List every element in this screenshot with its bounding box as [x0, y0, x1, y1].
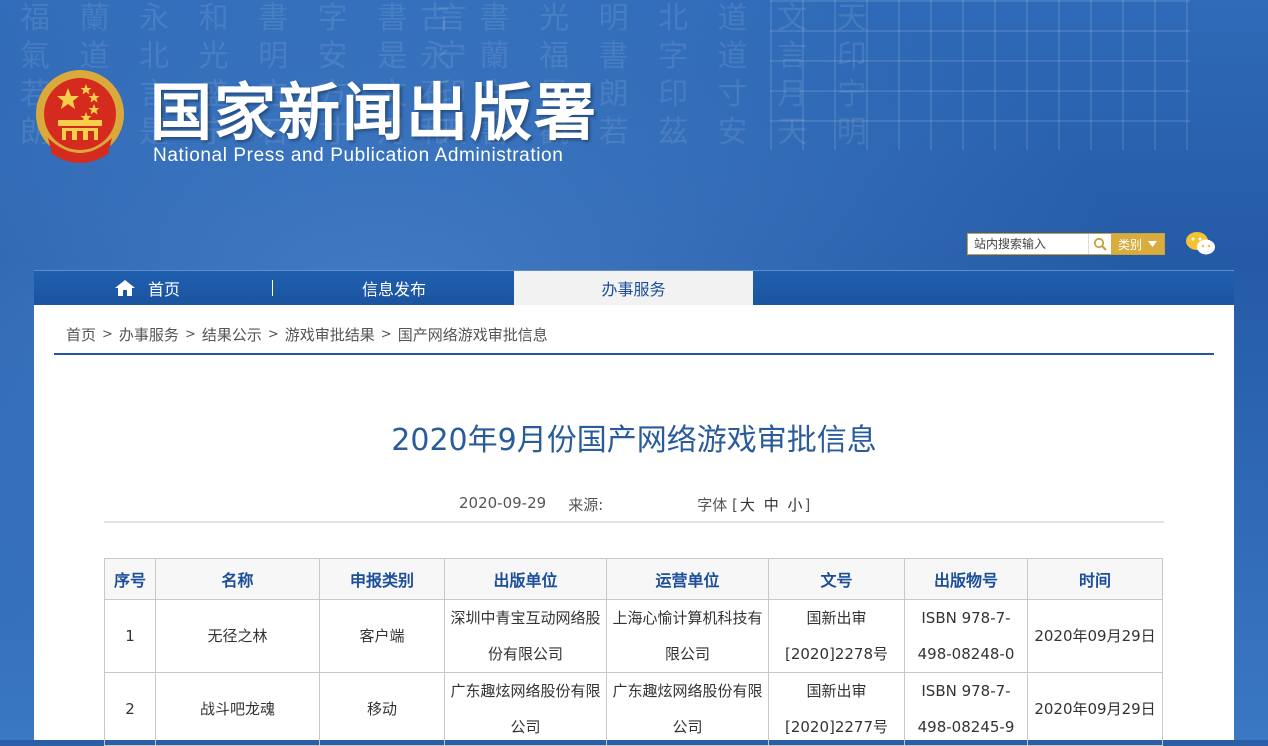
banner-grid-pattern	[770, 0, 1190, 150]
nav-info-release[interactable]: 信息发布	[304, 271, 484, 305]
header-isbn: 出版物号	[904, 558, 1028, 600]
font-size-medium[interactable]: 中	[764, 496, 779, 514]
chevron-down-icon	[1148, 241, 1157, 247]
cell-publisher: 广东趣炫网络股份有限公司	[444, 672, 607, 746]
font-bracket-close: ]	[804, 496, 811, 514]
category-dropdown[interactable]: 类别	[1111, 234, 1164, 254]
wechat-icon[interactable]	[1185, 231, 1217, 257]
cell-category: 客户端	[319, 599, 445, 673]
breadcrumb-separator: >	[184, 327, 196, 342]
header-no: 序号	[104, 558, 156, 600]
breadcrumb-separator: >	[102, 327, 113, 342]
publisher-text: 广东趣炫网络股份有限公司	[450, 682, 601, 736]
doc-no-text: 国新出审[2020]2278号	[784, 609, 889, 663]
operator-text: 上海心愉计算机科技有限公司	[612, 609, 763, 663]
breadcrumb-game-results[interactable]: 游戏审批结果	[285, 324, 375, 345]
header-doc-no: 文号	[768, 558, 905, 600]
header-operator: 运营单位	[606, 558, 769, 600]
breadcrumb-separator: >	[267, 327, 279, 342]
nav-home-label: 首页	[148, 280, 181, 299]
cell-date: 2020年09月29日	[1027, 672, 1163, 746]
breadcrumb-divider	[54, 353, 1214, 355]
isbn-text: ISBN 978-7-498-08248-0	[917, 609, 1015, 663]
cell-doc-no: 国新出审[2020]2277号	[768, 672, 905, 746]
cell-isbn: ISBN 978-7-498-08245-9	[904, 672, 1028, 746]
breadcrumb-separator: >	[380, 327, 392, 342]
cell-category: 移动	[319, 672, 445, 746]
table-row: 2 战斗吧龙魂 移动 广东趣炫网络股份有限公司 广东趣炫网络股份有限公司 国新出…	[104, 672, 1163, 746]
search-button[interactable]	[1088, 234, 1111, 254]
breadcrumb: 首页 > 办事服务 > 结果公示 > 游戏审批结果 > 国产网络游戏审批信息	[66, 324, 548, 345]
article-date: 2020-09-29	[459, 494, 547, 512]
cell-name: 无径之林	[155, 599, 320, 673]
header-publisher: 出版单位	[444, 558, 607, 600]
article-title: 2020年9月份国产网络游戏审批信息	[391, 423, 877, 458]
meta-divider	[104, 521, 1164, 523]
doc-no-text: 国新出审[2020]2277号	[784, 682, 889, 736]
breadcrumb-current[interactable]: 国产网络游戏审批信息	[398, 324, 548, 345]
header-date: 时间	[1027, 558, 1163, 600]
article-source-label: 来源:	[568, 496, 604, 514]
table-row: 1 无径之林 客户端 深圳中青宝互动网络股份有限公司 上海心愉计算机科技有限公司…	[104, 599, 1163, 673]
home-icon	[115, 280, 135, 296]
national-emblem-icon	[36, 70, 124, 163]
search-icon	[1093, 237, 1107, 251]
cell-operator: 上海心愉计算机科技有限公司	[606, 599, 769, 673]
font-size-small[interactable]: 小	[788, 496, 803, 514]
cell-publisher: 深圳中青宝互动网络股份有限公司	[444, 599, 607, 673]
cell-date: 2020年09月29日	[1027, 599, 1163, 673]
game-approval-table: 序号 名称 申报类别 出版单位 运营单位 文号 出版物号 时间 1 无径之林 客…	[104, 558, 1163, 746]
cell-name: 战斗吧龙魂	[155, 672, 320, 746]
cell-no: 1	[104, 599, 156, 673]
breadcrumb-home[interactable]: 首页	[66, 324, 96, 345]
cell-operator: 广东趣炫网络股份有限公司	[606, 672, 769, 746]
cell-no: 2	[104, 672, 156, 746]
breadcrumb-results[interactable]: 结果公示	[202, 324, 262, 345]
cell-isbn: ISBN 978-7-498-08248-0	[904, 599, 1028, 673]
nav-service-active[interactable]: 办事服务	[514, 271, 753, 305]
cell-doc-no: 国新出审[2020]2278号	[768, 599, 905, 673]
search-input[interactable]	[968, 235, 1088, 253]
header-category: 申报类别	[319, 558, 445, 600]
operator-text: 广东趣炫网络股份有限公司	[612, 682, 763, 736]
font-size-large[interactable]: 大	[740, 496, 755, 514]
isbn-text: ISBN 978-7-498-08245-9	[917, 682, 1015, 736]
breadcrumb-service[interactable]: 办事服务	[119, 324, 179, 345]
site-subtitle: National Press and Publication Administr…	[153, 145, 564, 166]
nav-divider	[272, 280, 273, 296]
font-size-control: 字体 [大 中 小]	[697, 494, 810, 515]
publisher-text: 深圳中青宝互动网络股份有限公司	[450, 609, 601, 663]
font-bracket-open: [	[732, 496, 738, 514]
main-nav: 首页 信息发布 办事服务	[34, 270, 1234, 305]
site-title: 国家新闻出版署	[150, 76, 599, 149]
table-header-row: 序号 名称 申报类别 出版单位 运营单位 文号 出版物号 时间	[104, 558, 1163, 600]
font-size-label: 字体	[697, 496, 728, 514]
nav-home[interactable]: 首页	[114, 271, 234, 305]
category-label: 类别	[1117, 237, 1142, 252]
header-name: 名称	[155, 558, 320, 600]
article-meta: 2020-09-29 来源: 字体 [大 中 小]	[459, 494, 810, 515]
site-search: 类别	[967, 233, 1165, 255]
content-panel: 首页 > 办事服务 > 结果公示 > 游戏审批结果 > 国产网络游戏审批信息 2…	[34, 305, 1234, 746]
